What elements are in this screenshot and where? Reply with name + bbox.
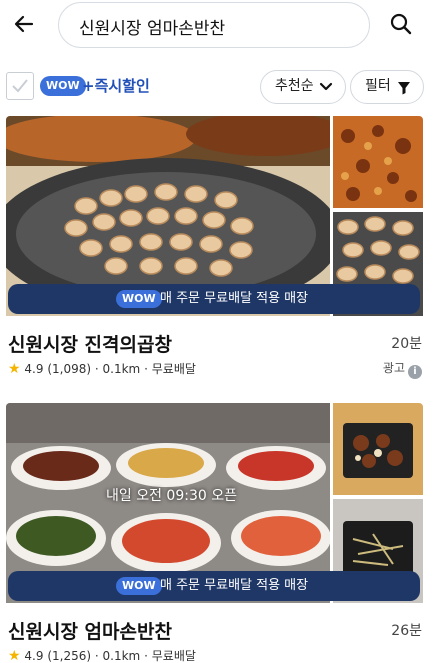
arrow-left-icon[interactable] xyxy=(12,12,36,36)
store-name: 신원시장 진격의곱창 xyxy=(8,334,172,356)
wow-badge: WOW xyxy=(116,577,162,595)
store-meta: ★ 4.9 (1,256) · 0.1km · 무료배달 xyxy=(8,647,196,663)
rating: 4.9 xyxy=(24,362,44,376)
distance: 0.1km xyxy=(102,649,141,663)
search-input[interactable]: 신원시장 엄마손반찬 xyxy=(58,2,370,48)
store-photo-side xyxy=(333,403,423,495)
filter-label: 필터 xyxy=(365,78,391,94)
search-header: 신원시장 엄마손반찬 xyxy=(0,0,436,56)
wow-badge: WOW xyxy=(116,290,162,308)
ad-text: 광고 xyxy=(382,361,405,375)
store-photo-side xyxy=(333,116,423,208)
wow-discount-checkbox[interactable] xyxy=(6,72,34,100)
review-count: (1,256) xyxy=(47,649,92,663)
search-icon[interactable] xyxy=(389,12,413,36)
star-icon: ★ xyxy=(8,361,21,377)
star-icon: ★ xyxy=(8,648,21,663)
free-delivery-banner: WOW 매 주문 무료배달 적용 매장 xyxy=(8,571,420,601)
separator-dot: · xyxy=(94,362,99,376)
delivery-fee: 무료배달 xyxy=(151,362,196,376)
promo-text: 매 주문 무료배달 적용 매장 xyxy=(160,578,309,593)
separator-dot: · xyxy=(94,649,99,663)
info-icon: i xyxy=(408,365,422,379)
separator-dot: · xyxy=(144,362,148,376)
ad-label[interactable]: 광고 i xyxy=(383,359,422,379)
wow-badge: WOW xyxy=(40,76,86,96)
store-name: 신원시장 엄마손반찬 xyxy=(8,621,172,643)
open-time-overlay: 내일 오전 09:30 오픈 xyxy=(106,488,237,504)
free-delivery-banner: WOW 매 주문 무료배달 적용 매장 xyxy=(8,284,420,314)
delivery-fee: 무료배달 xyxy=(151,649,196,663)
search-query-text: 신원시장 엄마손반찬 xyxy=(79,19,226,39)
review-count: (1,098) xyxy=(47,362,92,376)
delivery-time: 26분 xyxy=(391,623,422,639)
separator-dot: · xyxy=(144,649,148,663)
instant-discount-label[interactable]: +즉시할인 xyxy=(82,75,150,96)
sort-label: 추천순 xyxy=(275,78,314,94)
distance: 0.1km xyxy=(102,362,141,376)
sort-dropdown[interactable]: 추천순 xyxy=(260,70,346,104)
filter-bar: WOW +즉시할인 추천순 필터 xyxy=(0,66,436,106)
funnel-icon xyxy=(398,82,410,95)
promo-text: 매 주문 무료배달 적용 매장 xyxy=(160,291,309,306)
delivery-time: 20분 xyxy=(391,336,422,352)
filter-button[interactable]: 필터 xyxy=(350,70,424,104)
rating: 4.9 xyxy=(24,649,44,663)
chevron-down-icon xyxy=(319,82,333,91)
store-meta: ★ 4.9 (1,098) · 0.1km · 무료배달 xyxy=(8,360,196,377)
